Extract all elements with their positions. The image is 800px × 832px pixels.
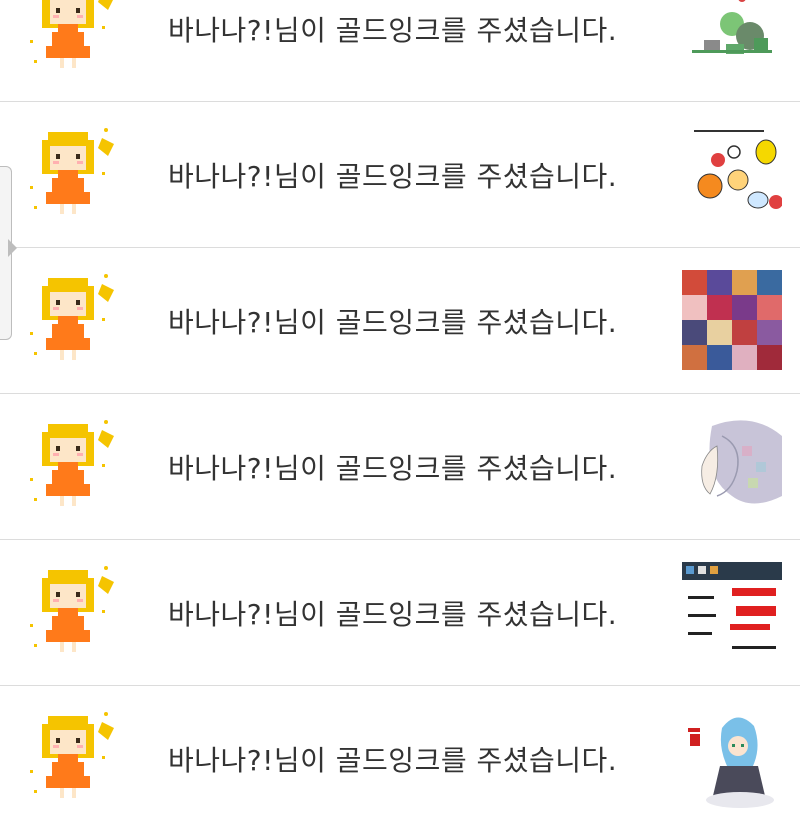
drawing-thumbnail[interactable] [682, 0, 782, 78]
notification-row[interactable]: 바나나?!님이 골드잉크를 주셨습니다. [0, 540, 800, 686]
pixel-girl-avatar-icon[interactable] [22, 122, 122, 222]
notification-row[interactable]: 바나나?!님이 골드잉크를 주셨습니다. [0, 686, 800, 832]
pixel-girl-avatar-icon[interactable] [22, 0, 122, 76]
notification-message: 바나나?!님이 골드잉크를 주셨습니다. [168, 744, 618, 777]
notification-row[interactable]: 바나나?!님이 골드잉크를 주셨습니다. [0, 394, 800, 540]
pixel-girl-avatar-icon[interactable] [22, 560, 122, 660]
notification-message: 바나나?!님이 골드잉크를 주셨습니다. [168, 451, 618, 485]
notification-row[interactable]: 바나나?!님이 골드잉크를 주셨습니다. [0, 102, 800, 248]
pixel-girl-avatar-icon[interactable] [22, 414, 122, 514]
notification-message: 바나나?!님이 골드잉크를 주셨습니다. [168, 597, 618, 631]
notification-message: 바나나?!님이 골드잉크를 주셨습니다. [168, 305, 618, 339]
drawing-thumbnail[interactable] [682, 562, 782, 662]
pixel-girl-avatar-icon[interactable] [22, 706, 122, 806]
pixel-girl-avatar-icon[interactable] [22, 268, 122, 368]
drawing-thumbnail[interactable] [682, 124, 782, 224]
drawing-thumbnail[interactable] [682, 270, 782, 370]
drawing-thumbnail[interactable] [682, 416, 782, 516]
drawer-handle[interactable] [0, 166, 17, 340]
notification-row[interactable]: 바나나?!님이 골드잉크를 주셨습니다. [0, 248, 800, 394]
drawing-thumbnail[interactable] [682, 708, 782, 808]
notification-message: 바나나?!님이 골드잉크를 주셨습니다. [168, 159, 618, 193]
notification-list: 바나나?!님이 골드잉크를 주셨습니다. 바나나?!님이 골드잉크를 주셨습니다… [0, 0, 800, 832]
notification-message: 바나나?!님이 골드잉크를 주셨습니다. [168, 13, 618, 47]
notification-row[interactable]: 바나나?!님이 골드잉크를 주셨습니다. [0, 0, 800, 102]
